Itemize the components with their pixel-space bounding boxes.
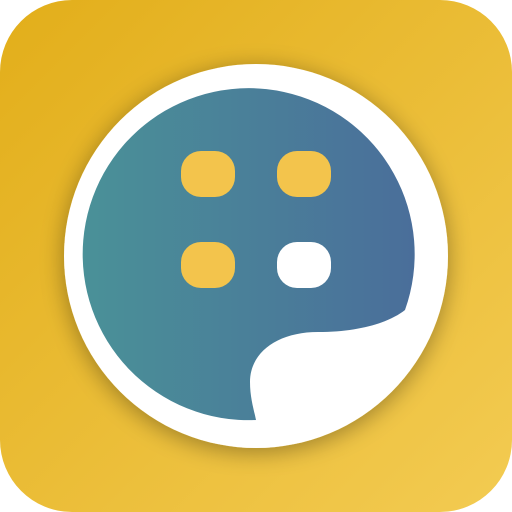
dot-top-left <box>181 151 235 197</box>
dot-bottom-left <box>181 242 235 288</box>
chat-bubble-icon <box>0 0 512 512</box>
dot-top-right <box>277 151 331 197</box>
dot-bottom-right <box>277 242 331 288</box>
app-icon[interactable] <box>0 0 512 512</box>
